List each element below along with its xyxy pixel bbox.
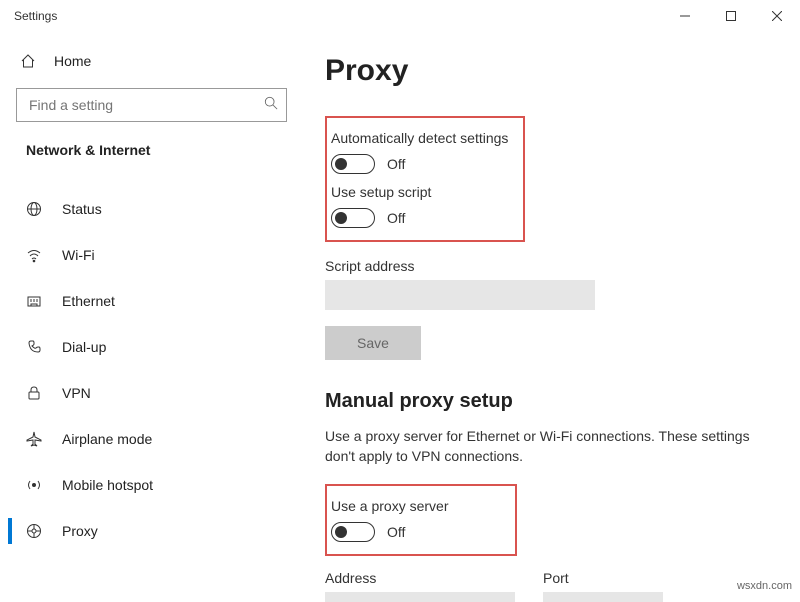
use-script-label: Use setup script xyxy=(331,184,511,200)
globe-icon xyxy=(26,201,42,217)
use-script-state: Off xyxy=(387,210,405,226)
content-area: Proxy Automatically detect settings Off … xyxy=(295,32,800,602)
auto-detect-label: Automatically detect settings xyxy=(331,130,511,146)
highlight-auto-section: Automatically detect settings Off Use se… xyxy=(325,116,525,242)
sidebar-item-label: Ethernet xyxy=(62,293,115,309)
save-button[interactable]: Save xyxy=(325,326,421,360)
proxy-icon xyxy=(26,523,42,539)
sidebar-item-label: Airplane mode xyxy=(62,431,152,447)
window-controls xyxy=(662,0,800,32)
ethernet-icon xyxy=(26,293,42,309)
section-title: Network & Internet xyxy=(8,122,295,166)
home-label: Home xyxy=(54,53,91,69)
address-label: Address xyxy=(325,570,515,586)
sidebar-item-status[interactable]: Status xyxy=(8,186,295,232)
home-nav[interactable]: Home xyxy=(8,40,295,82)
sidebar-item-proxy[interactable]: Proxy xyxy=(8,508,295,554)
nav-list: Status Wi-Fi Ethernet Dial-up VPN Airpla… xyxy=(8,186,295,554)
use-proxy-state: Off xyxy=(387,524,405,540)
search-input[interactable] xyxy=(16,88,287,122)
sidebar-item-dialup[interactable]: Dial-up xyxy=(8,324,295,370)
manual-description: Use a proxy server for Ethernet or Wi-Fi… xyxy=(325,427,755,466)
address-input[interactable] xyxy=(325,592,515,602)
airplane-icon xyxy=(26,431,42,447)
sidebar-item-vpn[interactable]: VPN xyxy=(8,370,295,416)
sidebar-item-ethernet[interactable]: Ethernet xyxy=(8,278,295,324)
port-label: Port xyxy=(543,570,663,586)
wifi-icon xyxy=(26,247,42,263)
auto-detect-toggle[interactable] xyxy=(331,154,375,174)
sidebar-item-hotspot[interactable]: Mobile hotspot xyxy=(8,462,295,508)
home-icon xyxy=(20,53,36,69)
script-address-input[interactable] xyxy=(325,280,595,310)
port-input[interactable] xyxy=(543,592,663,602)
sidebar: Home Network & Internet Status Wi-Fi Eth… xyxy=(0,32,295,554)
sidebar-item-label: Dial-up xyxy=(62,339,106,355)
sidebar-item-label: Status xyxy=(62,201,102,217)
sidebar-item-airplane[interactable]: Airplane mode xyxy=(8,416,295,462)
use-proxy-label: Use a proxy server xyxy=(331,498,503,514)
use-script-toggle[interactable] xyxy=(331,208,375,228)
title-bar: Settings xyxy=(0,0,800,32)
sidebar-item-wifi[interactable]: Wi-Fi xyxy=(8,232,295,278)
search-field[interactable] xyxy=(27,96,264,114)
use-proxy-toggle[interactable] xyxy=(331,522,375,542)
manual-heading: Manual proxy setup xyxy=(325,390,770,413)
minimize-button[interactable] xyxy=(662,0,708,32)
page-title: Proxy xyxy=(325,54,770,88)
close-button[interactable] xyxy=(754,0,800,32)
sidebar-item-label: Mobile hotspot xyxy=(62,477,153,493)
sidebar-item-label: Wi-Fi xyxy=(62,247,95,263)
auto-detect-state: Off xyxy=(387,156,405,172)
highlight-proxy-section: Use a proxy server Off xyxy=(325,484,517,556)
sidebar-item-label: Proxy xyxy=(62,523,98,539)
search-icon xyxy=(264,96,278,115)
script-address-label: Script address xyxy=(325,258,770,274)
vpn-icon xyxy=(26,385,42,401)
watermark: wsxdn.com xyxy=(737,580,792,592)
dialup-icon xyxy=(26,339,42,355)
sidebar-item-label: VPN xyxy=(62,385,91,401)
maximize-button[interactable] xyxy=(708,0,754,32)
window-title: Settings xyxy=(14,9,57,23)
hotspot-icon xyxy=(26,477,42,493)
